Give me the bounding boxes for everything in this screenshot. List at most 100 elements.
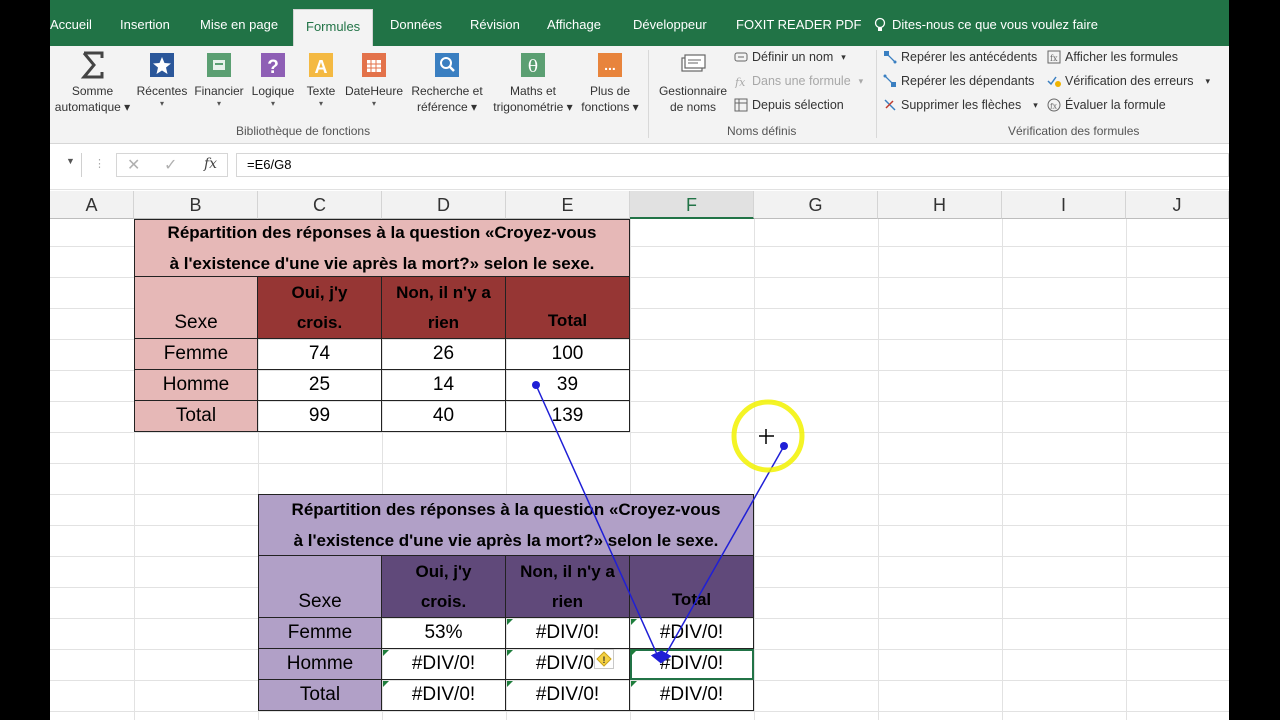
- dans-formule-button: fx Dans une formule ▾: [734, 74, 864, 88]
- table-1-title[interactable]: Répartition des réponses à la question «…: [134, 219, 630, 277]
- tab-insertion[interactable]: Insertion: [120, 10, 170, 40]
- table-cell[interactable]: #DIV/0!: [506, 680, 630, 711]
- svg-text:A: A: [315, 57, 328, 77]
- column-header-e[interactable]: E: [506, 191, 630, 219]
- column-header-g[interactable]: G: [754, 191, 878, 219]
- row-label-femme[interactable]: Femme: [258, 618, 382, 649]
- somme-automatique-button[interactable]: Somme automatique ▾: [50, 50, 135, 115]
- error-indicator-icon: [383, 650, 389, 656]
- plus-de-fonctions-button[interactable]: ... Plus de fonctions ▾: [578, 50, 642, 115]
- table-cell[interactable]: 100: [506, 339, 630, 370]
- insert-function-icon[interactable]: fx: [204, 156, 217, 172]
- ribbon-tab-bar: Accueil Insertion Mise en page Formules …: [50, 0, 1229, 46]
- tab-developpeur[interactable]: Développeur: [633, 10, 707, 40]
- lookup-book-icon: [435, 53, 459, 77]
- maths-trigo-button[interactable]: θ Maths et trigonométrie ▾: [488, 50, 578, 115]
- recentes-button[interactable]: Récentes ▾: [136, 50, 188, 109]
- table-cell[interactable]: 74: [258, 339, 382, 370]
- depuis-selection-button[interactable]: Depuis sélection: [734, 98, 844, 112]
- tab-affichage[interactable]: Affichage: [547, 10, 601, 40]
- row-label-total[interactable]: Total: [134, 401, 258, 432]
- ribbon-formules: Somme automatique ▾ Récentes ▾ Financier…: [50, 46, 1229, 144]
- table-cell[interactable]: 39: [506, 370, 630, 401]
- column-header-f[interactable]: F: [630, 191, 754, 219]
- table-cell[interactable]: 53%: [382, 618, 506, 649]
- tab-accueil[interactable]: Accueil: [50, 10, 92, 40]
- lightbulb-icon: [874, 17, 886, 31]
- header-total[interactable]: Total: [506, 277, 630, 339]
- gridline: [50, 711, 1229, 712]
- tell-me-text: Dites-nous ce que vous voulez faire: [892, 17, 1098, 32]
- svg-text:fx: fx: [1050, 54, 1058, 63]
- afficher-formules-button[interactable]: fx Afficher les formules: [1047, 50, 1178, 64]
- definir-nom-button[interactable]: Définir un nom ▾: [734, 50, 846, 64]
- row-label-femme[interactable]: Femme: [134, 339, 258, 370]
- table-cell[interactable]: #DIV/0!: [382, 649, 506, 680]
- evaluate-formula-icon: fx: [1047, 98, 1061, 112]
- trace-dependents-icon: [883, 74, 896, 87]
- row-label-homme[interactable]: Homme: [134, 370, 258, 401]
- texte-button[interactable]: A Texte ▾: [300, 50, 342, 109]
- tab-formules[interactable]: Formules: [293, 9, 374, 46]
- evaluer-formule-button[interactable]: fx Évaluer la formule: [1047, 98, 1166, 112]
- error-warning-icon[interactable]: !: [594, 649, 614, 669]
- column-header-h[interactable]: H: [878, 191, 1002, 219]
- header-total[interactable]: Total: [630, 556, 754, 618]
- formula-input[interactable]: =E6/G8: [236, 153, 1229, 177]
- error-indicator-icon: [507, 681, 513, 687]
- worksheet-grid[interactable]: Répartition des réponses à la question «…: [50, 219, 1229, 720]
- cancel-icon[interactable]: ✕: [127, 155, 140, 175]
- star-book-icon: [150, 53, 174, 77]
- header-oui[interactable]: Oui, j'y crois.: [258, 277, 382, 339]
- header-non[interactable]: Non, il n'y a rien: [382, 277, 506, 339]
- tab-donnees[interactable]: Données: [390, 10, 442, 40]
- tab-mise-en-page[interactable]: Mise en page: [200, 10, 278, 40]
- logique-button[interactable]: ? Logique ▾: [248, 50, 298, 109]
- column-header-j[interactable]: J: [1126, 191, 1229, 219]
- enter-icon[interactable]: ✓: [164, 155, 177, 175]
- selection-grid-icon: [734, 98, 748, 112]
- table-cell[interactable]: 25: [258, 370, 382, 401]
- gestionnaire-noms-button[interactable]: Gestionnaire de noms: [653, 50, 733, 115]
- recherche-reference-button[interactable]: Recherche et référence ▾: [406, 50, 488, 115]
- selected-cell-f7[interactable]: #DIV/0!: [630, 649, 754, 680]
- header-non[interactable]: Non, il n'y a rien: [506, 556, 630, 618]
- table-cell[interactable]: #DIV/0!: [630, 618, 754, 649]
- column-header-b[interactable]: B: [134, 191, 258, 219]
- table-2-title[interactable]: Répartition des réponses à la question «…: [258, 494, 754, 556]
- gridline: [50, 463, 1229, 464]
- row-label-total[interactable]: Total: [258, 680, 382, 711]
- chevron-down-icon[interactable]: ▼: [66, 156, 75, 166]
- table-cell[interactable]: 139: [506, 401, 630, 432]
- header-oui[interactable]: Oui, j'y crois.: [382, 556, 506, 618]
- table-cell[interactable]: 26: [382, 339, 506, 370]
- table-cell[interactable]: #DIV/0!: [382, 680, 506, 711]
- theta-book-icon: θ: [521, 53, 545, 77]
- tell-me-box[interactable]: Dites-nous ce que vous voulez faire: [874, 10, 1098, 40]
- column-header-c[interactable]: C: [258, 191, 382, 219]
- name-box[interactable]: ▼: [50, 153, 82, 177]
- table-cell[interactable]: 14: [382, 370, 506, 401]
- drag-handle-icon[interactable]: ⋮: [94, 157, 105, 170]
- table-cell[interactable]: 99: [258, 401, 382, 432]
- header-sexe[interactable]: Sexe: [134, 277, 258, 339]
- header-sexe[interactable]: Sexe: [258, 556, 382, 618]
- text-book-icon: A: [309, 53, 333, 77]
- reperer-dependants-button[interactable]: Repérer les dépendants: [883, 74, 1034, 88]
- table-cell[interactable]: #DIV/0!: [630, 680, 754, 711]
- tab-foxit[interactable]: FOXIT READER PDF: [736, 10, 861, 40]
- financier-button[interactable]: Financier ▾: [190, 50, 248, 109]
- supprimer-fleches-button[interactable]: Supprimer les flèches ▾: [883, 98, 1038, 112]
- table-cell[interactable]: #DIV/0!: [506, 618, 630, 649]
- error-indicator-icon: [631, 619, 637, 625]
- reperer-antecedents-button[interactable]: Repérer les antécédents: [883, 50, 1037, 64]
- row-label-homme[interactable]: Homme: [258, 649, 382, 680]
- column-header-i[interactable]: I: [1002, 191, 1126, 219]
- column-header-d[interactable]: D: [382, 191, 506, 219]
- tab-revision[interactable]: Révision: [470, 10, 520, 40]
- formula-buttons: ✕ ✓ fx: [116, 153, 228, 177]
- verification-erreurs-button[interactable]: Vérification des erreurs ▾: [1047, 74, 1210, 88]
- column-header-a[interactable]: A: [50, 191, 134, 219]
- table-cell[interactable]: 40: [382, 401, 506, 432]
- dateheure-button[interactable]: DateHeure ▾: [344, 50, 404, 109]
